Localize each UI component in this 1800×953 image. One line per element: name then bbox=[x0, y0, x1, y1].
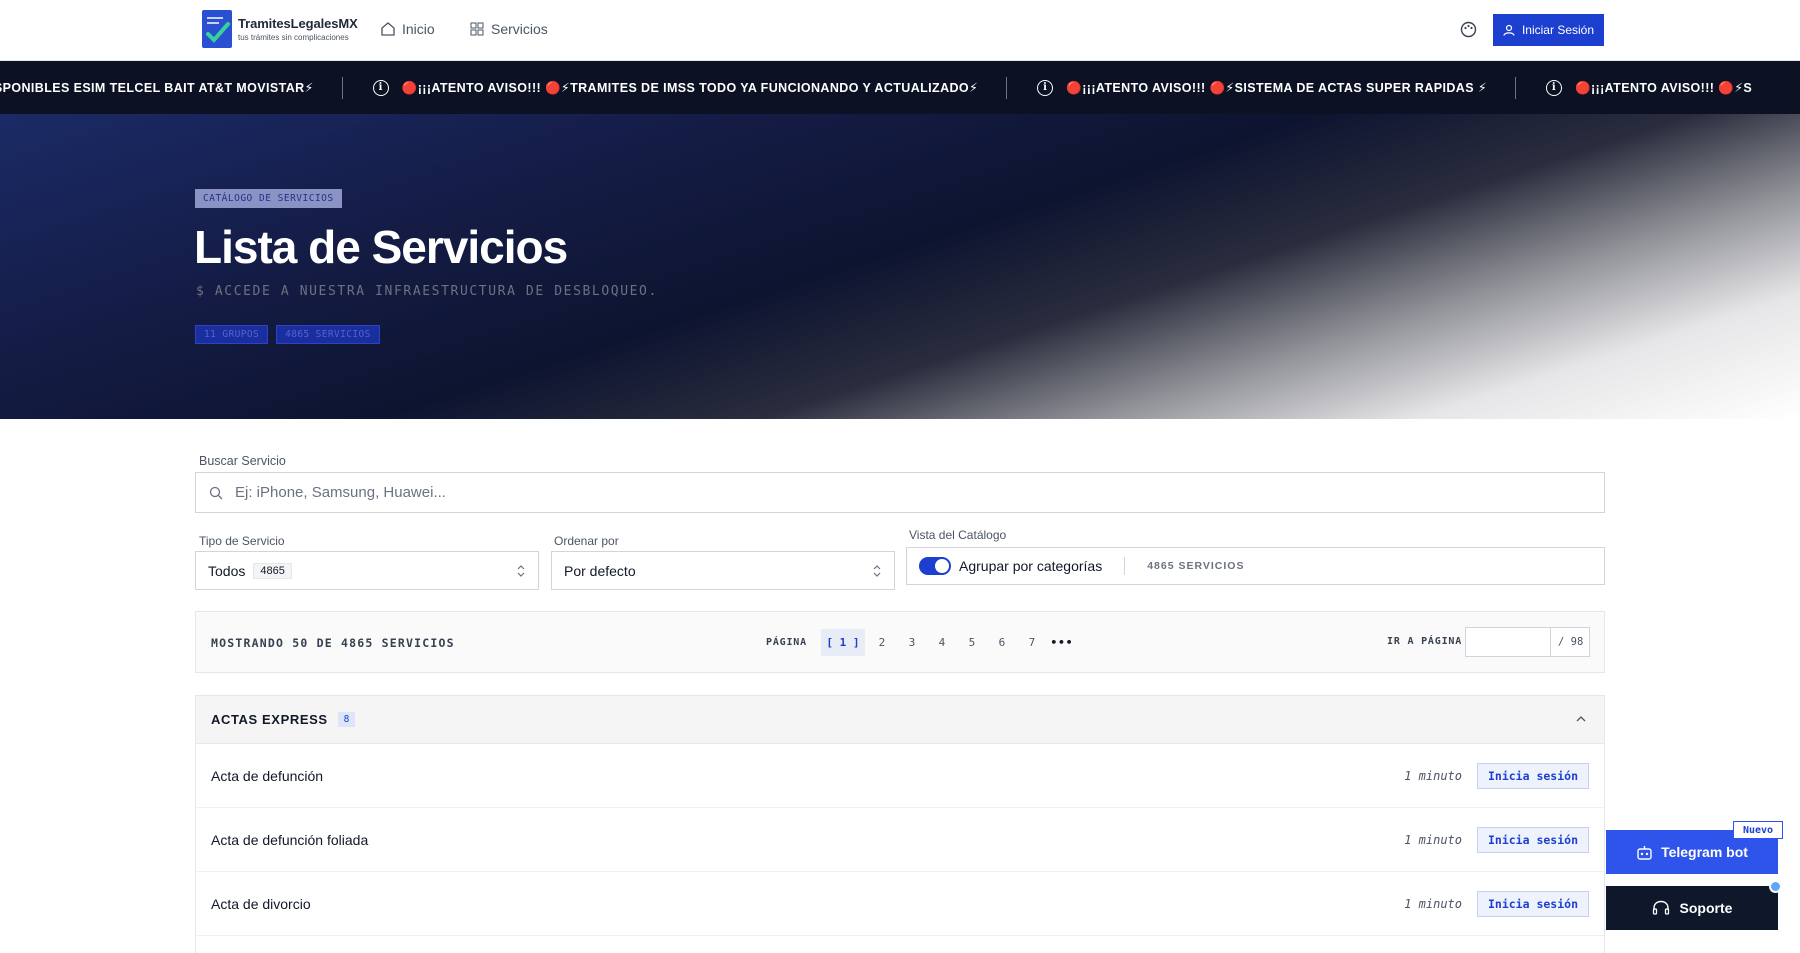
service-row: Acta de defunción foliada 1 minuto Inici… bbox=[196, 808, 1604, 872]
catalog-view-box: Agrupar por categorías 4865 SERVICIOS bbox=[906, 547, 1605, 585]
chevron-updown-icon bbox=[517, 565, 525, 577]
home-icon bbox=[381, 22, 395, 36]
page-link[interactable]: 2 bbox=[867, 629, 897, 656]
ticker-item: ISPONIBLES ESIM TELCEL BAIT AT&T MOVISTA… bbox=[0, 81, 314, 95]
total-pages: / 98 bbox=[1558, 636, 1584, 648]
hero-badge: CATÁLOGO DE SERVICIOS bbox=[195, 189, 342, 208]
new-badge: Nuevo bbox=[1733, 821, 1783, 839]
category-title: ACTAS EXPRESS bbox=[211, 712, 328, 727]
chevron-updown-icon bbox=[873, 565, 881, 577]
service-row: Acta de defunción 1 minuto Inicia sesión bbox=[196, 744, 1604, 808]
service-row: Acta de divorcio 1 minuto Inicia sesión bbox=[196, 872, 1604, 936]
page-title: Lista de Servicios bbox=[194, 221, 568, 273]
service-time: 1 minuto bbox=[1404, 896, 1462, 911]
tipo-label: Tipo de Servicio bbox=[199, 534, 285, 548]
more-pages[interactable]: ••• bbox=[1047, 629, 1077, 656]
brand-logo[interactable]: TramitesLegalesMX tus trámites sin compl… bbox=[202, 10, 358, 48]
login-to-order-button[interactable]: Inicia sesión bbox=[1477, 826, 1589, 853]
pagination-bar: MOSTRANDO 50 DE 4865 SERVICIOS PÁGINA [ … bbox=[195, 611, 1605, 673]
nav-servicios-label: Servicios bbox=[491, 21, 548, 37]
ticker-item: i 🔴¡¡¡ATENTO AVISO!!! 🔴⚡S bbox=[1546, 79, 1752, 96]
catalog-count: 4865 SERVICIOS bbox=[1147, 560, 1245, 572]
chevron-up-icon[interactable] bbox=[1575, 714, 1587, 724]
page-label: PÁGINA bbox=[766, 637, 807, 648]
category-actas-express: ACTAS EXPRESS 8 Acta de defunción 1 minu… bbox=[195, 695, 1605, 953]
page-link[interactable]: 7 bbox=[1017, 629, 1047, 656]
nav-inicio[interactable]: Inicio bbox=[381, 21, 435, 37]
hero-section: CATÁLOGO DE SERVICIOS Lista de Servicios… bbox=[0, 114, 1800, 419]
page-current[interactable]: [ 1 ] bbox=[820, 629, 865, 656]
document-check-icon bbox=[202, 10, 232, 48]
info-icon: i bbox=[372, 79, 389, 96]
page-link[interactable]: 3 bbox=[897, 629, 927, 656]
login-button-label: Iniciar Sesión bbox=[1521, 23, 1595, 37]
orden-label: Ordenar por bbox=[554, 534, 619, 548]
login-button[interactable]: Iniciar Sesión bbox=[1493, 14, 1604, 46]
services-chip: 4865 SERVICIOS bbox=[276, 325, 380, 344]
grid-icon bbox=[470, 22, 484, 36]
tipo-select-value: Todos bbox=[208, 562, 246, 579]
group-toggle[interactable] bbox=[919, 557, 951, 575]
page-link[interactable]: 6 bbox=[987, 629, 1017, 656]
telegram-bot-label: Telegram bot bbox=[1661, 844, 1748, 860]
nav-servicios[interactable]: Servicios bbox=[470, 21, 548, 37]
headset-icon bbox=[1652, 900, 1669, 915]
goto-page-input[interactable] bbox=[1466, 628, 1551, 656]
tipo-count-badge: 4865 bbox=[253, 562, 292, 579]
info-icon: i bbox=[1037, 79, 1054, 96]
search-label: Buscar Servicio bbox=[199, 454, 286, 468]
search-input[interactable] bbox=[235, 484, 1535, 501]
page-link[interactable]: 4 bbox=[927, 629, 957, 656]
category-header[interactable]: ACTAS EXPRESS 8 bbox=[196, 696, 1604, 744]
notification-dot bbox=[1769, 880, 1782, 893]
service-time: 1 minuto bbox=[1404, 832, 1462, 847]
ticker-item: i 🔴¡¡¡ATENTO AVISO!!! 🔴⚡SISTEMA DE ACTAS … bbox=[1037, 79, 1487, 96]
service-time: 1 minuto bbox=[1404, 768, 1462, 783]
service-name: Acta de defunción foliada bbox=[211, 831, 369, 848]
ticker-item: i 🔴¡¡¡ATENTO AVISO!!! 🔴⚡TRAMITES DE IMSS … bbox=[372, 79, 979, 96]
user-icon bbox=[1503, 24, 1515, 36]
category-count: 8 bbox=[337, 712, 356, 727]
support-label: Soporte bbox=[1679, 900, 1733, 916]
brand-name: TramitesLegalesMX bbox=[238, 16, 358, 31]
search-icon bbox=[209, 486, 223, 499]
login-to-order-button[interactable]: Inicia sesión bbox=[1477, 890, 1589, 917]
search-box bbox=[195, 472, 1605, 513]
results-info: MOSTRANDO 50 DE 4865 SERVICIOS bbox=[211, 636, 455, 650]
palette-icon[interactable] bbox=[1460, 21, 1477, 38]
info-icon: i bbox=[1546, 79, 1563, 96]
robot-icon bbox=[1637, 845, 1652, 860]
announcement-ticker: ISPONIBLES ESIM TELCEL BAIT AT&T MOVISTA… bbox=[0, 61, 1800, 114]
hero-subtitle: $ ACCEDE A NUESTRA INFRAESTRUCTURA DE DE… bbox=[196, 284, 658, 299]
service-name: Acta de defunción bbox=[211, 767, 324, 784]
tipo-select[interactable]: Todos 4865 bbox=[195, 551, 539, 590]
service-name: Acta de divorcio bbox=[211, 895, 311, 912]
orden-select-value: Por defecto bbox=[564, 562, 636, 579]
vista-label: Vista del Catálogo bbox=[909, 528, 1007, 542]
brand-tagline: tus trámites sin complicaciones bbox=[238, 33, 349, 42]
page-link[interactable]: 5 bbox=[957, 629, 987, 656]
nav-inicio-label: Inicio bbox=[402, 21, 435, 37]
group-toggle-label: Agrupar por categorías bbox=[959, 558, 1103, 574]
groups-chip: 11 GRUPOS bbox=[195, 325, 269, 344]
login-to-order-button[interactable]: Inicia sesión bbox=[1477, 762, 1589, 789]
goto-label: IR A PÁGINA bbox=[1387, 636, 1463, 647]
support-button[interactable]: Soporte bbox=[1606, 886, 1778, 930]
navbar: TramitesLegalesMX tus trámites sin compl… bbox=[0, 0, 1800, 61]
orden-select[interactable]: Por defecto bbox=[551, 551, 895, 590]
